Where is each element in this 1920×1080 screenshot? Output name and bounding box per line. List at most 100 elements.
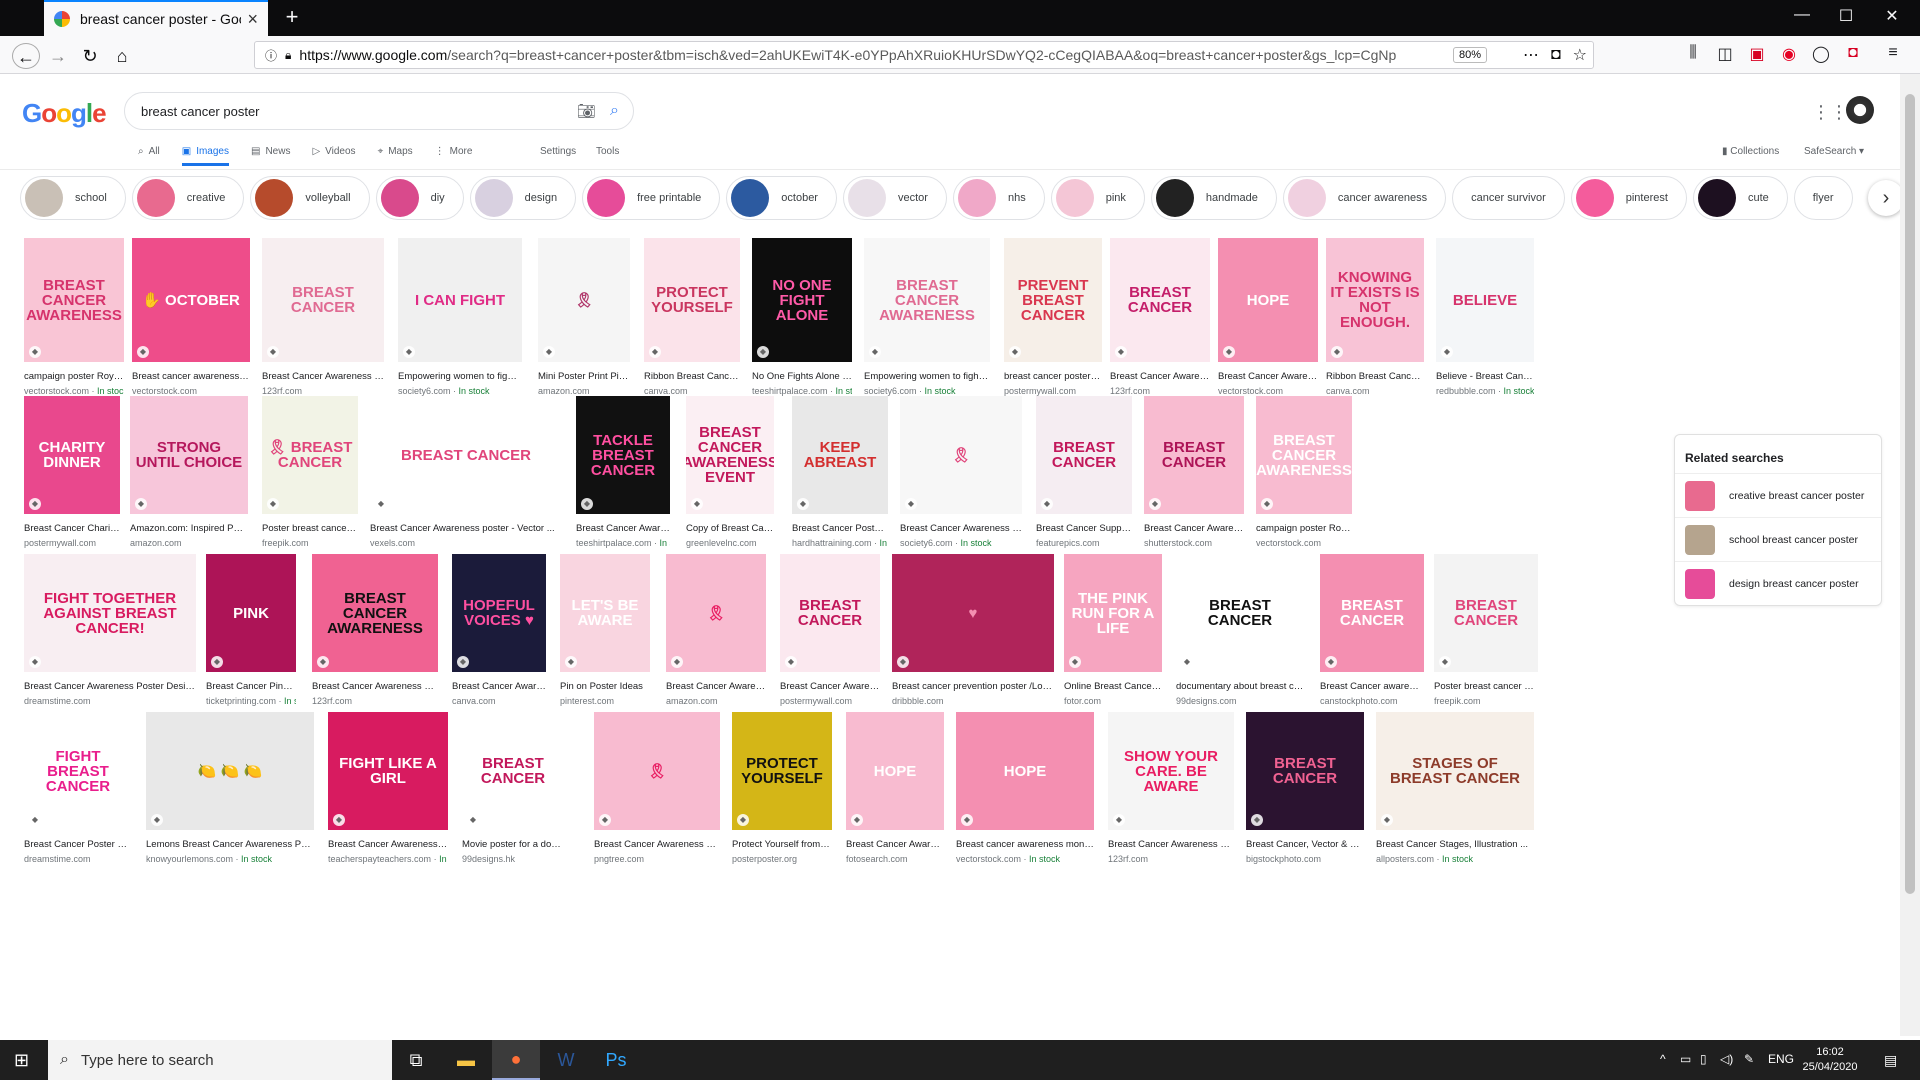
result-caption[interactable]: Breast Cancer Awarene... bbox=[1218, 371, 1318, 382]
image-result[interactable]: The Pink Run for a Life ◆ Online Breast Ca… bbox=[1064, 554, 1162, 706]
result-source[interactable]: vectorstock.com bbox=[132, 386, 250, 396]
result-thumbnail[interactable]: BREAST CANCER ◆ bbox=[1246, 712, 1364, 830]
result-caption[interactable]: Breast Cancer Awarene... bbox=[780, 681, 880, 692]
result-source[interactable]: society6.com · In stock bbox=[900, 538, 1022, 548]
result-source[interactable]: posterposter.org bbox=[732, 854, 832, 864]
result-source[interactable]: teeshirtpalace.com · In st... bbox=[576, 538, 670, 548]
image-result[interactable]: Breast CANCER awareness ◆ Breast Cancer Aw… bbox=[312, 554, 438, 706]
image-result[interactable]: 🎗◆ Breast Cancer Awareness Pink... society… bbox=[900, 396, 1022, 548]
image-result[interactable]: HOPE ◆ Breast Cancer Awarene... fotosearch.… bbox=[846, 712, 944, 864]
result-source[interactable]: 123rf.com bbox=[312, 696, 438, 706]
result-caption[interactable]: Breast Cancer Awarene... bbox=[1144, 523, 1244, 534]
result-thumbnail[interactable]: HOPE ◆ bbox=[956, 712, 1094, 830]
chip-pinterest[interactable]: pinterest bbox=[1570, 176, 1687, 220]
task-view-icon[interactable]: ⧉ bbox=[392, 1040, 440, 1080]
result-thumbnail[interactable]: Breast Cancer Awareness Event ◆ bbox=[686, 396, 774, 514]
result-caption[interactable]: Breast Cancer Awareness Poster Design ..… bbox=[24, 681, 196, 692]
result-thumbnail[interactable]: BREAST CANCER ◆ bbox=[262, 238, 384, 362]
result-caption[interactable]: Breast Cancer Stages, Illustration ... bbox=[1376, 839, 1534, 850]
result-caption[interactable]: breast cancer poster te... bbox=[1004, 371, 1102, 382]
avatar[interactable] bbox=[1846, 96, 1874, 124]
result-thumbnail[interactable]: KEEP ABREAST ◆ bbox=[792, 396, 888, 514]
reload-icon[interactable]: ↻ bbox=[76, 43, 104, 69]
chip-school[interactable]: school bbox=[20, 176, 126, 220]
tab-videos[interactable]: ▷ Videos bbox=[312, 140, 355, 166]
result-thumbnail[interactable]: Believe ◆ bbox=[1436, 238, 1534, 362]
result-caption[interactable]: Lemons Breast Cancer Awareness Poster ..… bbox=[146, 839, 314, 850]
new-tab-button[interactable]: + bbox=[278, 4, 306, 30]
result-thumbnail[interactable]: HOPE ◆ bbox=[846, 712, 944, 830]
result-thumbnail[interactable]: BREAST Cancer ◆ bbox=[1144, 396, 1244, 514]
extension-icon[interactable]: ▣ bbox=[1744, 44, 1770, 64]
result-source[interactable]: pinterest.com bbox=[560, 696, 650, 706]
chip-volleyball[interactable]: volleyball bbox=[250, 176, 370, 220]
result-caption[interactable]: Breast Cancer awareness... bbox=[1320, 681, 1424, 692]
camera-icon[interactable]: 📷︎ bbox=[577, 102, 596, 120]
image-result[interactable]: Believe◆ Believe - Breast Cancer ... redbu… bbox=[1436, 238, 1534, 396]
tools-link[interactable]: Tools bbox=[596, 146, 619, 157]
chip-flyer[interactable]: flyer bbox=[1793, 176, 1853, 220]
result-caption[interactable]: Breast Cancer Awareness Pink... bbox=[900, 523, 1022, 534]
result-source[interactable]: postermywall.com bbox=[24, 538, 120, 548]
result-source[interactable]: canva.com bbox=[1326, 386, 1424, 396]
result-caption[interactable]: Online Breast Cancer Po... bbox=[1064, 681, 1162, 692]
result-source[interactable]: pngtree.com bbox=[594, 854, 720, 864]
result-thumbnail[interactable]: PREVENT BREAST CANCER ◆ bbox=[1004, 238, 1102, 362]
result-caption[interactable]: documentary about breast canc... bbox=[1176, 681, 1304, 692]
result-caption[interactable]: Breast Cancer Awarene... bbox=[846, 839, 944, 850]
result-thumbnail[interactable]: CHARITY DINNER ◆ bbox=[24, 396, 120, 514]
result-caption[interactable]: Protect Yourself from Br... bbox=[732, 839, 832, 850]
image-result[interactable]: NO ONE FIGHT ALONE ◆ No One Fights Alone B… bbox=[752, 238, 852, 396]
result-source[interactable]: allposters.com · In stock bbox=[1376, 854, 1534, 864]
chip-nhs[interactable]: nhs bbox=[952, 176, 1045, 220]
image-result[interactable]: ♥ ◆ Breast cancer prevention poster /Love … bbox=[892, 554, 1054, 706]
result-caption[interactable]: Breast Cancer Awarene... bbox=[1110, 371, 1210, 382]
result-source[interactable]: fotor.com bbox=[1064, 696, 1162, 706]
result-caption[interactable]: Breast Cancer Awarene... bbox=[576, 523, 670, 534]
result-source[interactable]: teacherspayteachers.com · In stock bbox=[328, 854, 448, 864]
result-caption[interactable]: Breast Cancer Poster With Pi... bbox=[24, 839, 132, 850]
result-source[interactable]: shutterstock.com bbox=[1144, 538, 1244, 548]
scrollbar-thumb[interactable] bbox=[1905, 94, 1915, 894]
result-source[interactable]: teeshirtpalace.com · In sto... bbox=[752, 386, 852, 396]
battery-icon[interactable]: ▯ bbox=[1700, 1052, 1707, 1066]
result-source[interactable]: fotosearch.com bbox=[846, 854, 944, 864]
notification-icon[interactable]: ▤ bbox=[1884, 1052, 1897, 1069]
result-source[interactable]: ticketprinting.com · In sto... bbox=[206, 696, 296, 706]
result-source[interactable]: 99designs.com bbox=[1176, 696, 1304, 706]
address-bar[interactable]: ⓘ 🔒︎ https://www.google.com/search?q=bre… bbox=[254, 41, 1594, 69]
result-thumbnail[interactable]: 🎗 BREAST CANCER ◆ bbox=[262, 396, 358, 514]
chip-handmade[interactable]: handmade bbox=[1150, 176, 1277, 220]
result-caption[interactable]: Poster breast cancer a... bbox=[262, 523, 358, 534]
image-result[interactable]: PREVENT BREAST CANCER ◆ breast cancer post… bbox=[1004, 238, 1102, 396]
chevron-right-icon[interactable]: › bbox=[1868, 180, 1904, 216]
image-result[interactable]: CHARITY DINNER◆ Breast Cancer Charity T..… bbox=[24, 396, 120, 548]
home-icon[interactable]: ⌂ bbox=[108, 43, 136, 69]
image-result[interactable]: BREAST CANCER ◆ Breast Cancer Awareness Pi… bbox=[262, 238, 384, 396]
file-explorer-icon[interactable]: ▬ bbox=[442, 1040, 490, 1080]
image-result[interactable]: breast cancer◆ Breast Cancer Support ... f… bbox=[1036, 396, 1132, 548]
result-source[interactable]: society6.com · In stock bbox=[398, 386, 522, 396]
sidebar-icon[interactable]: ◫ bbox=[1712, 44, 1738, 64]
image-result[interactable]: BREAST CANCER ◆ Breast Cancer Awarene... po… bbox=[780, 554, 880, 706]
pocket-save-icon[interactable]: ◘ bbox=[1840, 44, 1866, 62]
image-result[interactable]: BREAST CANCER Awareness ◆ campaign poster … bbox=[24, 238, 124, 396]
result-source[interactable]: canva.com bbox=[644, 386, 740, 396]
browser-tab[interactable]: breast cancer poster - Google S × bbox=[44, 0, 268, 36]
result-caption[interactable]: Breast Cancer Awareness poster - Vector … bbox=[370, 523, 562, 534]
result-caption[interactable]: Breast cancer prevention poster /Love ..… bbox=[892, 681, 1054, 692]
image-result[interactable]: FIGHT Breast Cancer ◆ Breast Cancer Poster… bbox=[24, 712, 132, 864]
image-result[interactable]: 🍋 🍋 🍋 ◆ Lemons Breast Cancer Awareness Pos… bbox=[146, 712, 314, 864]
chip-free-printable[interactable]: free printable bbox=[582, 176, 721, 220]
volume-icon[interactable]: ◁) bbox=[1720, 1052, 1733, 1066]
chip-cancer-survivor[interactable]: cancer survivor bbox=[1452, 176, 1565, 220]
minimize-icon[interactable]: — bbox=[1782, 6, 1822, 24]
chip-diy[interactable]: diy bbox=[375, 176, 464, 220]
tab-maps[interactable]: ⌖ Maps bbox=[378, 140, 413, 166]
result-caption[interactable]: Believe - Breast Cancer ... bbox=[1436, 371, 1534, 382]
image-result[interactable]: BREAST CANCER ◆ Breast Cancer, Vector & Ph… bbox=[1246, 712, 1364, 864]
info-icon[interactable]: ⓘ bbox=[265, 47, 277, 64]
image-result[interactable]: PINK◆ Breast Cancer Pink Rib... ticketprin… bbox=[206, 554, 296, 706]
result-thumbnail[interactable]: TACKLE BREAST CANCER ◆ bbox=[576, 396, 670, 514]
zoom-indicator[interactable]: 80% bbox=[1452, 47, 1487, 63]
